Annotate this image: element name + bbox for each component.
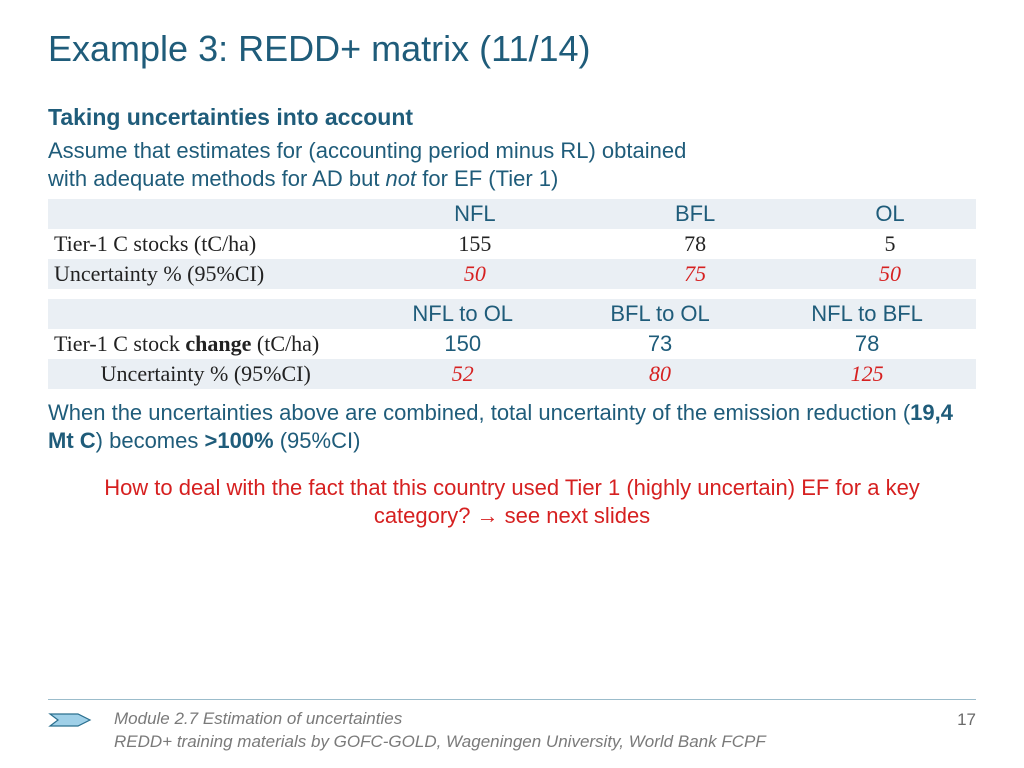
section-subtitle: Taking uncertainties into account xyxy=(48,104,976,131)
cell: 50 xyxy=(364,259,587,289)
table-row: Tier-1 C stocks (tC/ha) 155 78 5 xyxy=(48,229,976,259)
cell: 78 xyxy=(758,329,976,359)
page-number: 17 xyxy=(957,708,976,730)
row-label: Tier-1 C stock change (tC/ha) xyxy=(48,329,364,359)
footer-divider xyxy=(48,699,976,700)
table-row: NFL to OL BFL to OL NFL to BFL xyxy=(48,299,976,329)
intro-paragraph: Assume that estimates for (accounting pe… xyxy=(48,137,976,193)
question-text: How to deal with the fact that this coun… xyxy=(48,474,976,531)
footer-text: Module 2.7 Estimation of uncertainties R… xyxy=(114,708,939,754)
combined-uncertainty-text: When the uncertainties above are combine… xyxy=(48,399,976,455)
slide: Example 3: REDD+ matrix (11/14) Taking u… xyxy=(0,0,1024,768)
table-row: Uncertainty % (95%CI) 50 75 50 xyxy=(48,259,976,289)
intro-line1: Assume that estimates for (accounting pe… xyxy=(48,138,686,163)
table-row: NFL BFL OL xyxy=(48,199,976,229)
table-row: Tier-1 C stock change (tC/ha) 150 73 78 xyxy=(48,329,976,359)
table-changes: NFL to OL BFL to OL NFL to BFL Tier-1 C … xyxy=(48,299,976,389)
cell: 52 xyxy=(364,359,562,389)
cell: 5 xyxy=(804,229,976,259)
cell: 155 xyxy=(364,229,587,259)
table-stocks: NFL BFL OL Tier-1 C stocks (tC/ha) 155 7… xyxy=(48,199,976,289)
table-header: NFL xyxy=(364,199,587,229)
cell: 50 xyxy=(804,259,976,289)
cell: 75 xyxy=(586,259,804,289)
row-label: Tier-1 C stocks (tC/ha) xyxy=(48,229,364,259)
footer-line1: Module 2.7 Estimation of uncertainties xyxy=(114,708,939,731)
slide-footer: Module 2.7 Estimation of uncertainties R… xyxy=(48,699,976,754)
row-label: Uncertainty % (95%CI) xyxy=(48,259,364,289)
cell: 150 xyxy=(364,329,562,359)
table-header: NFL to BFL xyxy=(758,299,976,329)
cell: 125 xyxy=(758,359,976,389)
cell: 80 xyxy=(562,359,758,389)
footer-line2: REDD+ training materials by GOFC-GOLD, W… xyxy=(114,731,939,754)
table-header: NFL to OL xyxy=(364,299,562,329)
cell: 78 xyxy=(586,229,804,259)
table-header: OL xyxy=(804,199,976,229)
slide-title: Example 3: REDD+ matrix (11/14) xyxy=(48,28,976,70)
intro-line2b: for EF (Tier 1) xyxy=(416,166,558,191)
table-row: Uncertainty % (95%CI) 52 80 125 xyxy=(48,359,976,389)
intro-not: not xyxy=(386,166,417,191)
intro-line2a: with adequate methods for AD but xyxy=(48,166,386,191)
table-header-blank xyxy=(48,199,364,229)
table-header: BFL to OL xyxy=(562,299,758,329)
cell: 73 xyxy=(562,329,758,359)
table-header-blank xyxy=(48,299,364,329)
table-header: BFL xyxy=(586,199,804,229)
row-label: Uncertainty % (95%CI) xyxy=(48,359,364,389)
arrow-icon xyxy=(48,708,96,732)
